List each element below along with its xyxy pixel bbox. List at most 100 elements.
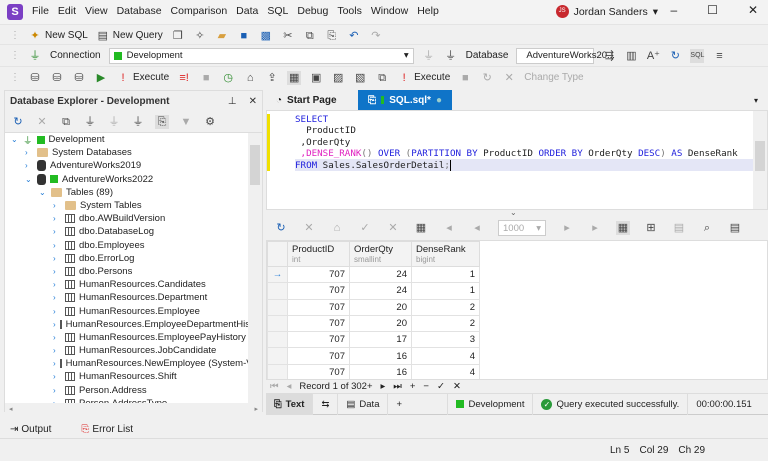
table-row[interactable]: 707 16 4 [267, 363, 480, 379]
new-file-icon[interactable]: ❐ [171, 29, 185, 43]
table-row[interactable]: 707 20 2 [267, 314, 480, 333]
next-page-icon[interactable]: ▸ [560, 221, 574, 235]
page-size-select[interactable]: 1000 ▾ [498, 220, 546, 236]
chevron-right-icon[interactable]: › [53, 214, 61, 223]
database-select[interactable]: AdventureWorks20... [516, 47, 615, 64]
menu-window[interactable]: Window [371, 5, 408, 17]
tree-item[interactable]: › HumanResources.Employee [5, 304, 262, 317]
chevron-right-icon[interactable]: › [53, 359, 56, 368]
refresh-icon[interactable]: ↻ [274, 221, 288, 235]
tree-item[interactable]: › dbo.Employees [5, 239, 262, 252]
table-cell[interactable]: 20 [349, 314, 412, 333]
table-cell[interactable]: 3 [411, 331, 480, 349]
row-indicator[interactable] [267, 347, 288, 365]
connection-select[interactable]: Development ▾ [108, 47, 414, 64]
menu-file[interactable]: File [32, 5, 49, 17]
stop-icon[interactable]: ■ [199, 71, 213, 85]
collapse-icon[interactable]: ⧉ [59, 115, 73, 129]
run-icon[interactable]: ▶ [94, 71, 108, 85]
tree-item[interactable]: › System Databases [5, 146, 262, 159]
indent-icon[interactable]: ≡ [712, 49, 726, 63]
export-icon[interactable]: ▤ [728, 221, 742, 235]
table-cell[interactable]: 2 [411, 314, 480, 333]
tree-item[interactable]: › HumanResources.EmployeeDepartmentHistor… [5, 318, 262, 331]
stop-icon[interactable]: ■ [458, 71, 472, 85]
tree-item[interactable]: › dbo.DatabaseLog [5, 225, 262, 238]
menu-help[interactable]: Help [417, 5, 439, 17]
table-row[interactable]: 707 24 1 [267, 282, 480, 300]
chevron-right-icon[interactable]: › [53, 372, 61, 381]
tree-item[interactable]: › HumanResources.EmployeePayHistory [5, 331, 262, 344]
menu-sql[interactable]: SQL [267, 5, 288, 17]
sql-icon[interactable]: SQL [690, 48, 704, 63]
grid-icon[interactable]: ▦ [287, 70, 302, 85]
column-header[interactable]: OrderQty smallint [349, 241, 412, 267]
edit-icon[interactable]: ⌂ [330, 221, 344, 235]
import-icon[interactable]: ▧ [353, 71, 367, 85]
table-cell[interactable]: 707 [287, 347, 350, 365]
table-cell[interactable]: 1 [411, 282, 480, 300]
tabs-menu-icon[interactable]: ▾ [754, 96, 758, 105]
database-edit-icon[interactable]: ⛁ [28, 71, 42, 85]
execute-button-2[interactable]: ! Execute [397, 71, 451, 85]
horizontal-scrollbar[interactable]: ◂ ▸ [5, 403, 262, 415]
chevron-right-icon[interactable]: › [53, 386, 61, 395]
close-icon[interactable]: ✕ [249, 96, 257, 107]
remove-record-icon[interactable]: − [423, 381, 429, 392]
sql-editor[interactable]: SELECT ProductID ,OrderQty ,DENSE_RANK()… [266, 110, 768, 210]
paste-icon[interactable]: ⎘ [325, 29, 339, 43]
card-view-icon[interactable]: ⊞ [644, 221, 658, 235]
tree-item[interactable]: › dbo.AWBuildVersion [5, 212, 262, 225]
text-tab[interactable]: ⎘ Text [266, 393, 314, 415]
prev-page-icon[interactable]: ◂ [470, 221, 484, 235]
database-check-icon[interactable]: ⛁ [72, 71, 86, 85]
first-record-icon[interactable]: ⏮ [270, 381, 279, 392]
table-cell[interactable]: 16 [349, 363, 412, 379]
tree-item[interactable]: › System Tables [5, 199, 262, 212]
connect-icon[interactable]: ⏚ [107, 115, 121, 129]
chevron-down-icon[interactable]: ⌄ [11, 135, 19, 144]
tab-start-page[interactable]: ◔ Start Page [266, 90, 358, 110]
close-button[interactable]: ✕ [748, 3, 758, 17]
tab-sql[interactable]: ⎘ SQL.sql* ● [358, 90, 452, 110]
user-menu[interactable]: JS Jordan Sanders ▾ [555, 5, 658, 18]
tree-item[interactable]: › AdventureWorks2019 [5, 159, 262, 172]
row-indicator[interactable] [267, 363, 288, 379]
splitter-chevron-icon[interactable]: ⌄ [510, 208, 517, 217]
last-page-icon[interactable]: ▸ [588, 221, 602, 235]
copy-data-icon[interactable]: ⧉ [375, 71, 389, 85]
table-cell[interactable]: 707 [287, 298, 350, 316]
menu-data[interactable]: Data [236, 5, 258, 17]
disconnect-icon[interactable]: ⏚ [444, 49, 458, 63]
layout-icon[interactable]: ▣ [309, 71, 323, 85]
delete-icon[interactable]: ✕ [302, 221, 316, 235]
chevron-right-icon[interactable]: › [53, 267, 61, 276]
chevron-down-icon[interactable]: ⌄ [39, 188, 47, 197]
table-row[interactable]: → 707 24 1 [267, 265, 480, 284]
table-row[interactable]: 707 17 3 [267, 331, 480, 349]
grid-view-icon[interactable]: ▦ [616, 221, 630, 235]
tree-item[interactable]: ⌄ Tables (89) [5, 186, 262, 199]
chevron-right-icon[interactable]: › [53, 280, 61, 289]
new-sql-button[interactable]: ✦ New SQL [28, 29, 87, 43]
apply-icon[interactable]: ✓ [358, 221, 372, 235]
table-row[interactable]: 707 16 4 [267, 347, 480, 365]
data-tab[interactable]: ▤ Data [338, 393, 389, 415]
output-tab[interactable]: ⇥ Output [10, 424, 51, 435]
chevron-right-icon[interactable]: › [53, 307, 61, 316]
tree-item[interactable]: › HumanResources.Candidates [5, 278, 262, 291]
table-cell[interactable]: 24 [349, 265, 412, 284]
add-record-icon[interactable]: + [410, 381, 416, 392]
minimize-button[interactable]: – [670, 3, 677, 17]
chevron-right-icon[interactable]: › [53, 333, 61, 342]
change-type-button[interactable]: Change Type [524, 72, 583, 83]
cut-icon[interactable]: ✂ [281, 29, 295, 43]
tree-item[interactable]: › dbo.Persons [5, 265, 262, 278]
chevron-right-icon[interactable]: › [53, 293, 61, 302]
close-tab-icon[interactable]: ● [436, 95, 442, 106]
add-tab-button[interactable]: + [388, 393, 449, 415]
tree-item[interactable]: › dbo.ErrorLog [5, 252, 262, 265]
row-indicator[interactable] [267, 298, 288, 316]
tree-item[interactable]: › Person.Address [5, 384, 262, 397]
chevron-right-icon[interactable]: › [53, 227, 61, 236]
